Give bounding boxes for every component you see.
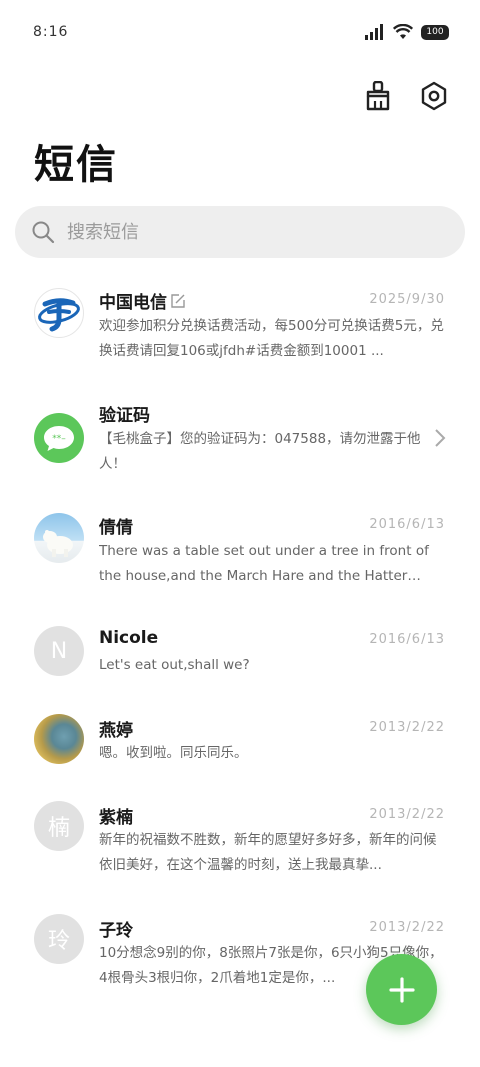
sender-name: 倩倩 — [99, 518, 133, 538]
message-preview: Let's eat out,shall we? — [99, 657, 250, 673]
china-telecom-logo-icon — [38, 298, 80, 332]
avatar: **– — [34, 413, 84, 463]
avatar — [34, 714, 84, 764]
sender-name: 中国电信 — [99, 288, 185, 313]
message-date: 2013/2/22 — [369, 920, 445, 935]
gear-icon — [421, 81, 447, 111]
sender-name: 紫楠 — [99, 808, 133, 828]
message-item[interactable]: 楠 紫楠 2013/2/22 新年的祝福数不胜数，新年的愿望好多好多，新年的问候… — [0, 801, 480, 901]
message-preview: 新年的祝福数不胜数，新年的愿望好多好多，新年的问候依旧美好，在这个温馨的时刻，送… — [99, 832, 437, 873]
message-item[interactable]: N Nicole 2016/6/13 Let's eat out,shall w… — [0, 626, 480, 726]
message-preview: 【毛桃盒子】您的验证码为：047588，请勿泄露于他人！ — [99, 431, 421, 472]
sender-name: 子玲 — [99, 921, 133, 941]
svg-text:**–: **– — [52, 434, 66, 444]
avatar: 玲 — [34, 914, 84, 964]
signal-icon — [365, 24, 383, 40]
edit-icon — [171, 293, 185, 308]
message-item[interactable]: **– 验证码 【毛桃盒子】您的验证码为：047588，请勿泄露于他人！ — [0, 401, 480, 501]
broom-icon — [366, 81, 390, 111]
chat-bubble-icon: **– — [44, 426, 74, 451]
plus-icon — [388, 976, 415, 1003]
compose-button[interactable] — [366, 954, 437, 1025]
sender-name: 燕婷 — [99, 721, 133, 741]
status-icons: 100 — [365, 24, 449, 40]
settings-button[interactable] — [416, 78, 452, 114]
sender-name: 验证码 — [99, 406, 150, 426]
message-date: 2016/6/13 — [369, 632, 445, 647]
polar-bear-icon — [43, 530, 73, 557]
status-time: 8:16 — [33, 24, 69, 40]
battery-level: 100 — [426, 27, 444, 37]
avatar: 楠 — [34, 801, 84, 851]
avatar: N — [34, 626, 84, 676]
page-title: 短信 — [34, 142, 118, 188]
message-preview: There was a table set out under a tree i… — [99, 543, 429, 584]
message-item[interactable]: 中国电信 2025/9/30 欢迎参加积分兑换话费活动，每500分可兑换话费5元… — [0, 278, 480, 378]
clean-button[interactable] — [360, 78, 396, 114]
search-input[interactable] — [65, 220, 429, 244]
message-preview: 嗯。收到啦。同乐同乐。 — [99, 745, 248, 761]
message-date: 2025/9/30 — [369, 292, 445, 307]
top-actions — [360, 78, 452, 114]
search-icon — [32, 221, 55, 244]
avatar — [34, 513, 84, 563]
chevron-right-icon[interactable] — [434, 428, 446, 448]
message-item[interactable]: 倩倩 2016/6/13 There was a table set out u… — [0, 513, 480, 613]
sender-name: Nicole — [99, 628, 159, 648]
message-date: 2013/2/22 — [369, 807, 445, 822]
avatar — [34, 288, 84, 338]
search-bar[interactable] — [15, 206, 465, 258]
battery-icon: 100 — [421, 24, 449, 40]
message-date: 2013/2/22 — [369, 720, 445, 735]
status-bar: 8:16 100 — [0, 0, 480, 64]
message-preview: 欢迎参加积分兑换话费活动，每500分可兑换话费5元，兑换话费请回复106或jfd… — [99, 318, 444, 359]
wifi-icon — [393, 24, 413, 39]
message-date: 2016/6/13 — [369, 517, 445, 532]
message-item[interactable]: 燕婷 2013/2/22 嗯。收到啦。同乐同乐。 — [0, 714, 480, 814]
